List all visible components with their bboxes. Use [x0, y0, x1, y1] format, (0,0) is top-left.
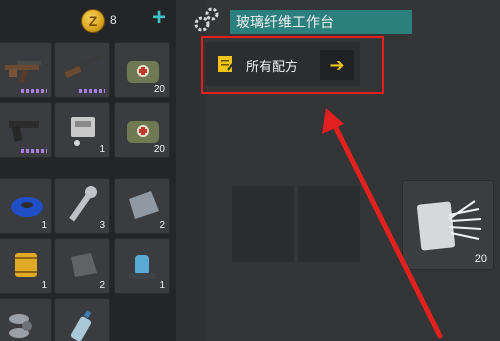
annotation-arrow — [322, 108, 443, 339]
